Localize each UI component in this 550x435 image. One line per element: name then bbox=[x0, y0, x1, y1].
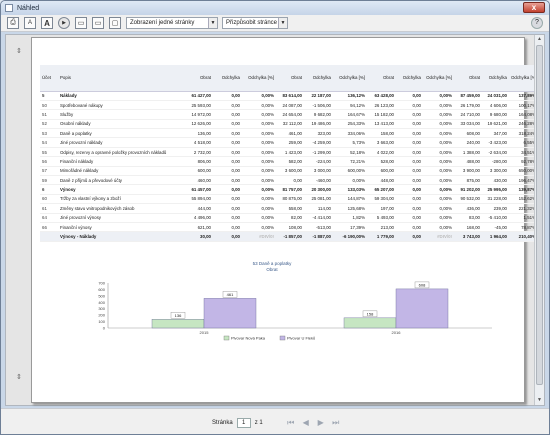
chart-subtitle: Obrat bbox=[266, 267, 278, 272]
window-title: Náhled bbox=[17, 4, 40, 12]
text-size-large-icon: A bbox=[44, 18, 50, 28]
print-icon: ⎙ bbox=[10, 19, 16, 26]
legend-label: Pivovar U Fleků bbox=[287, 336, 315, 341]
print-button[interactable]: ⎙ bbox=[7, 17, 19, 29]
data-label: 461 bbox=[227, 292, 234, 297]
preview-area: ⇕ ⇕ ⇕ ⇕ ÚčetPopisObratOdchylkaOdchylka [… bbox=[5, 34, 545, 406]
y-tick-label: 200 bbox=[98, 313, 105, 318]
chart-bar bbox=[343, 317, 397, 329]
text-size-small-icon: A bbox=[27, 20, 32, 26]
chevron-down-icon: ▼ bbox=[208, 18, 217, 28]
y-tick-label: 100 bbox=[98, 319, 105, 324]
two-page-icon: ▭ bbox=[94, 20, 102, 27]
vertical-scrollbar[interactable]: ▲ ▼ bbox=[534, 35, 544, 405]
last-page-icon[interactable]: ⏭ bbox=[330, 417, 342, 428]
single-page-icon: ▭ bbox=[77, 20, 85, 27]
chevron-down-icon: ▼ bbox=[278, 18, 287, 28]
y-tick-label: 600 bbox=[98, 287, 105, 292]
x-tick-label: 2015 bbox=[200, 330, 210, 335]
y-tick-label: 700 bbox=[98, 281, 105, 286]
title-bar: Náhled x bbox=[1, 1, 549, 15]
chart-bar bbox=[203, 298, 257, 329]
page-width-button[interactable]: ▢ bbox=[109, 17, 121, 29]
text-smaller-button[interactable]: A bbox=[24, 17, 36, 29]
pager: Stránka 1 z 1 ⏮ ◀ ▶ ⏭ bbox=[212, 417, 342, 428]
data-label: 158 bbox=[367, 311, 374, 316]
help-button[interactable]: ? bbox=[531, 17, 543, 29]
single-page-view-button[interactable]: ▭ bbox=[75, 17, 87, 29]
page-count: z 1 bbox=[254, 419, 263, 426]
data-label: 136 bbox=[175, 313, 182, 318]
scroll-down-icon[interactable]: ▼ bbox=[535, 396, 544, 405]
y-tick-label: 0 bbox=[103, 326, 106, 331]
legend-label: Pivovar Nová Paka bbox=[231, 336, 266, 341]
preview-window: Náhled x ⎙ A A ▶ ▭ ▭ ▢ Zobrazení jedné s… bbox=[0, 0, 550, 435]
previous-page-icon[interactable]: ◀ bbox=[300, 417, 312, 428]
chart-bar bbox=[395, 288, 449, 329]
resize-arrows-icon[interactable]: ⇕ bbox=[16, 373, 22, 381]
play-button[interactable]: ▶ bbox=[58, 17, 70, 29]
y-tick-label: 300 bbox=[98, 306, 105, 311]
chart-title: 53 Daně a poplatky bbox=[253, 261, 293, 266]
pager-bar: Stránka 1 z 1 ⏮ ◀ ▶ ⏭ bbox=[1, 408, 549, 434]
resize-arrows-icon[interactable]: ⇕ bbox=[16, 47, 22, 55]
chart-bar bbox=[151, 319, 205, 329]
legend-swatch bbox=[279, 335, 286, 341]
zoom-mode-select[interactable]: Přizpůsobit stránce ▼ bbox=[222, 17, 288, 29]
page-number-input[interactable]: 1 bbox=[236, 417, 251, 428]
next-page-icon[interactable]: ▶ bbox=[315, 417, 327, 428]
view-mode-value: Zobrazení jedné stránky bbox=[130, 20, 195, 26]
x-tick-label: 2016 bbox=[392, 330, 402, 335]
toolbar: ⎙ A A ▶ ▭ ▭ ▢ Zobrazení jedné stránky ▼ … bbox=[1, 15, 549, 32]
two-page-view-button[interactable]: ▭ bbox=[92, 17, 104, 29]
page-label: Stránka bbox=[212, 419, 233, 426]
bar-chart: 53 Daně a poplatky Obrat 0 100200 300400 50… bbox=[98, 261, 492, 341]
report-page: Účet Popis Obrat Odchylka Odchylka [%] Obrat O… bbox=[31, 37, 538, 403]
view-mode-select[interactable]: Zobrazení jedné stránky ▼ bbox=[126, 17, 218, 29]
scrollbar-thumb[interactable] bbox=[536, 45, 543, 385]
y-tick-label: 400 bbox=[98, 300, 105, 305]
first-page-icon[interactable]: ⏮ bbox=[285, 417, 297, 428]
legend-swatch bbox=[223, 335, 230, 341]
text-larger-button[interactable]: A bbox=[41, 17, 53, 29]
close-button[interactable]: x bbox=[523, 2, 545, 13]
zoom-mode-value: Přizpůsobit stránce bbox=[226, 20, 278, 26]
play-icon: ▶ bbox=[62, 20, 66, 26]
scroll-up-icon[interactable]: ▲ bbox=[535, 35, 544, 44]
y-tick-label: 500 bbox=[98, 293, 105, 298]
page-width-icon: ▢ bbox=[111, 20, 119, 27]
window-icon bbox=[5, 4, 13, 12]
data-label: 608 bbox=[419, 282, 426, 287]
